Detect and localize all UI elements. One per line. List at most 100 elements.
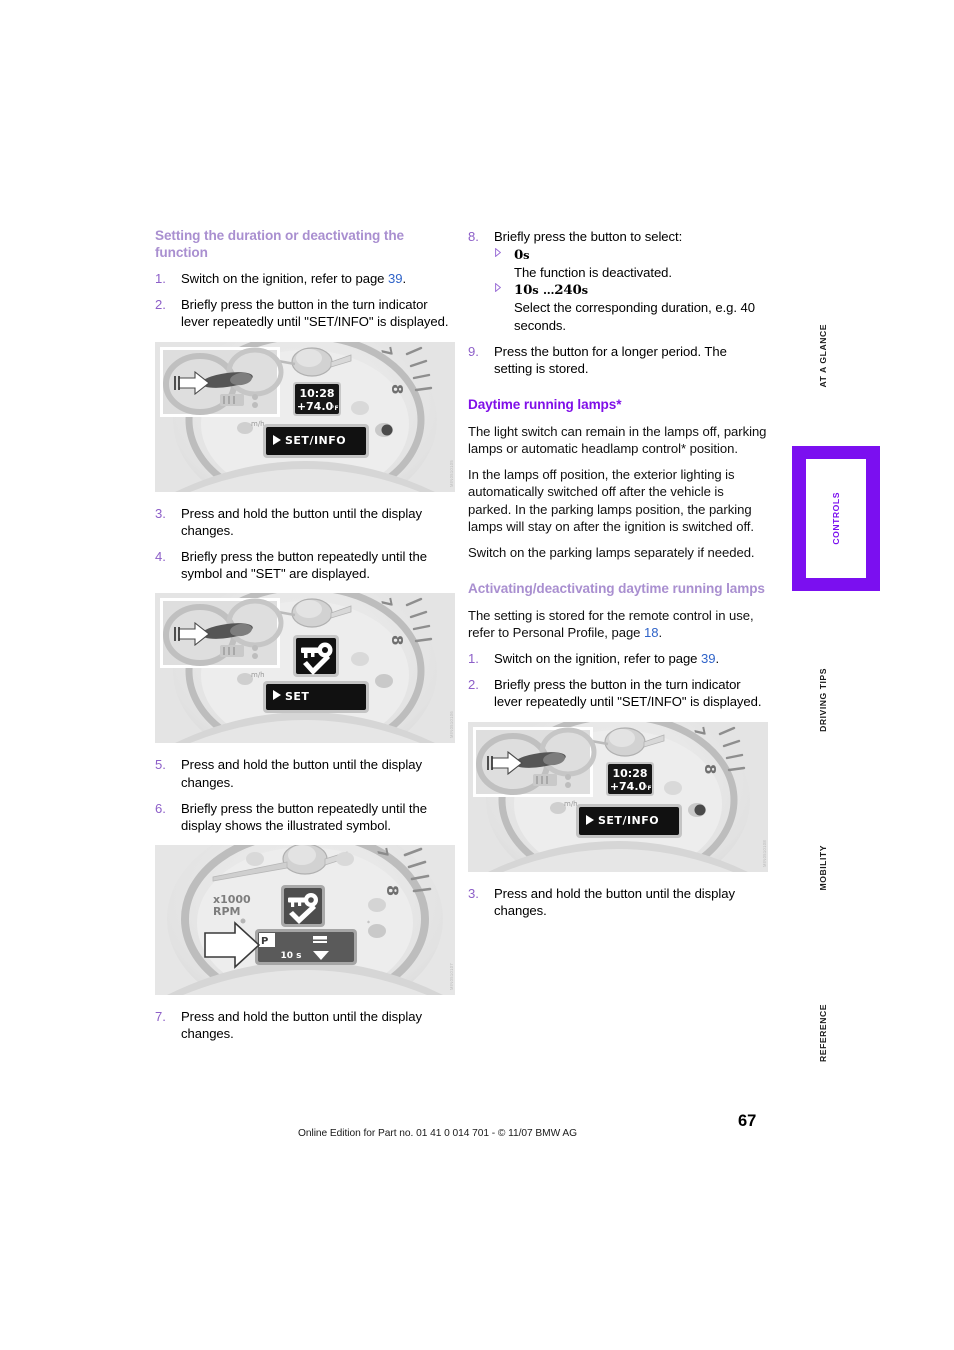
step-number: 3. — [155, 505, 166, 521]
sub-option-item: 0s The function is deactivated. — [494, 247, 768, 281]
sub-option-description: The function is deactivated. — [514, 265, 673, 281]
section-heading-activating-drl: Activating/deactivating daytime running … — [468, 581, 765, 597]
cluster-illustration: 8 7 x1000 RPM * P 10 s — [155, 845, 455, 996]
step-text: Press and hold the button until the disp… — [181, 757, 422, 790]
lcd-menu-label: SET/INFO — [285, 434, 346, 447]
chapter-tab-controls[interactable]: CONTROLS — [792, 446, 880, 591]
step-text-part: Switch on the ignition, refer to page — [181, 271, 388, 286]
step-text: Briefly press the button in the turn ind… — [181, 297, 449, 330]
step-text: Press and hold the button until the disp… — [494, 885, 735, 918]
chapter-tab-mobility[interactable]: MOBILITY — [795, 818, 851, 918]
paragraph-drl-2: In the lamps off position, the exterior … — [468, 467, 754, 534]
paragraph-drl-3: Switch on the parking lamps separately i… — [468, 544, 755, 560]
svg-text:m/h: m/h — [251, 671, 265, 679]
chapter-tab-label: AT A GLANCE — [818, 324, 828, 388]
sub-option-value: 0s — [514, 247, 768, 264]
chapter-tabs: AT A GLANCE CONTROLS DRIVING TIPS MOBILI… — [792, 0, 905, 1350]
step-number: 9. — [468, 343, 479, 359]
lcd-temp: +74.0 — [610, 780, 647, 793]
figure-instrument-cluster-duration: 8 7 x1000 RPM * P 10 s MIN0510107 — [155, 845, 455, 996]
step-number: 8. — [468, 229, 479, 244]
section-heading-setting-duration: Setting the duration or deactivating the… — [155, 228, 405, 260]
step-item: 4. Briefly press the button repeatedly u… — [155, 548, 455, 582]
lcd-temp-unit: °F — [331, 405, 338, 412]
step-item: 1. Switch on the ignition, refer to page… — [468, 650, 768, 667]
step-text-part: Switch on the ignition, refer to page — [494, 651, 701, 667]
figure-instrument-cluster-key-set: 8 7 m/h SET MIN0510106 — [155, 593, 455, 744]
step-text: Press the button for a longer period. Th… — [494, 343, 727, 377]
duration-min-number: 10 — [514, 282, 533, 299]
steps-list-right-2: 1. Switch on the ignition, refer to page… — [468, 650, 768, 711]
duration-min-unit: s — [532, 283, 539, 298]
steps-list-left-3: 5. Press and hold the button until the d… — [155, 756, 455, 834]
lcd-temp: +74.0 — [297, 400, 334, 413]
svg-text:*: * — [367, 920, 370, 927]
sub-option-description: Select the corresponding duration, e.g. … — [514, 300, 756, 333]
step-number: 1. — [468, 651, 479, 667]
manual-page: Setting the duration or deactivating the… — [0, 0, 954, 1350]
step-item: 1. Switch on the ignition, refer to page… — [155, 270, 455, 287]
steps-list-right-3: 3. Press and hold the button until the d… — [468, 885, 768, 919]
duration-unit: s — [523, 248, 530, 263]
chapter-tab-label: DRIVING TIPS — [818, 668, 828, 732]
figure-instrument-cluster-setinfo-2: 8 7 m/h 10:28 +74.0 °F SET/INFO MIN05101… — [468, 721, 768, 872]
lcd-menu-label: SET — [285, 690, 309, 703]
step-text: Switch on the ignition, refer to page 39… — [494, 650, 768, 667]
figure-code: MIN0510106 — [449, 711, 454, 739]
step-number: 6. — [155, 800, 166, 816]
step-number: 1. — [155, 271, 166, 286]
steps-list-left-1: 1. Switch on the ignition, refer to page… — [155, 270, 455, 331]
gauge-mark-label: 8 — [388, 384, 406, 394]
step-item: 8. Briefly press the button to select: 0… — [468, 228, 768, 334]
step-item: 7. Press and hold the button until the d… — [155, 1008, 455, 1042]
chapter-tab-label: CONTROLS — [831, 492, 841, 545]
sub-option-item: 10s …240s Select the corresponding durat… — [494, 282, 768, 333]
step-number: 3. — [468, 885, 479, 901]
page-reference[interactable]: 39 — [388, 271, 403, 286]
footer-edition-note: Online Edition for Part no. 01 41 0 014 … — [298, 1128, 577, 1139]
step-number: 5. — [155, 757, 166, 773]
paragraph-activating-drl: The setting is stored for the remote con… — [468, 607, 768, 641]
chapter-tab-at-a-glance[interactable]: AT A GLANCE — [795, 300, 851, 412]
lcd-menu-label: SET/INFO — [598, 814, 659, 827]
step-item: 6. Briefly press the button repeatedly u… — [155, 800, 455, 834]
chapter-tab-label: MOBILITY — [818, 845, 828, 891]
step-number: 2. — [155, 297, 166, 313]
lcd-temp-unit: °F — [644, 785, 651, 792]
triangle-bullet-icon — [495, 248, 501, 258]
right-column: 8. Briefly press the button to select: 0… — [468, 228, 768, 919]
cluster-illustration: 8 7 m/h 10:28 +74.0 °F SET/INFO — [468, 721, 768, 872]
step-text: Briefly press the button repeatedly unti… — [181, 549, 427, 582]
chapter-tab-reference[interactable]: REFERENCE — [795, 978, 851, 1088]
step-text: Briefly press the button to select: — [494, 229, 683, 244]
steps-list-left-4: 7. Press and hold the button until the d… — [155, 1008, 455, 1042]
cluster-illustration: 8 7 m/h SET — [155, 593, 455, 744]
page-number: 67 — [738, 1112, 757, 1130]
paragraph-end: . — [658, 624, 663, 640]
svg-text:m/h: m/h — [251, 420, 265, 428]
duration-number: 0 — [514, 247, 524, 264]
step-number: 2. — [468, 677, 479, 693]
triangle-bullet-icon — [495, 283, 501, 293]
sub-options-list: 0s The function is deactivated. 10s …240… — [494, 247, 768, 334]
step-number: 4. — [155, 549, 166, 565]
paragraph-part: The setting is stored for the remote con… — [468, 607, 754, 640]
svg-text:m/h: m/h — [564, 800, 578, 808]
lcd-time: 10:28 — [612, 767, 647, 780]
duration-max-unit: s — [581, 283, 588, 298]
step-text: Briefly press the button in the turn ind… — [494, 677, 762, 710]
figure-instrument-cluster-setinfo: 8 7 m/h 1 0 1 10:28 +74.0 °F — [155, 341, 455, 492]
step-text: Press and hold the button until the disp… — [181, 1009, 422, 1042]
gauge-unit-bottom: RPM — [213, 905, 240, 918]
step-text: Switch on the ignition, refer to page 39… — [181, 270, 455, 287]
gauge-mark-label: 8 — [701, 764, 719, 774]
duration-ellipsis: … — [542, 283, 555, 298]
step-text-end: . — [402, 271, 407, 286]
paragraph-drl-1: The light switch can remain in the lamps… — [468, 423, 767, 456]
page-reference[interactable]: 18 — [644, 625, 659, 640]
chapter-tab-driving-tips[interactable]: DRIVING TIPS — [795, 640, 851, 760]
lcd-time: 10:28 — [299, 387, 334, 400]
page-reference[interactable]: 39 — [701, 651, 716, 666]
figure-code: MIN0510107 — [449, 963, 454, 991]
step-item: 3. Press and hold the button until the d… — [155, 505, 455, 539]
